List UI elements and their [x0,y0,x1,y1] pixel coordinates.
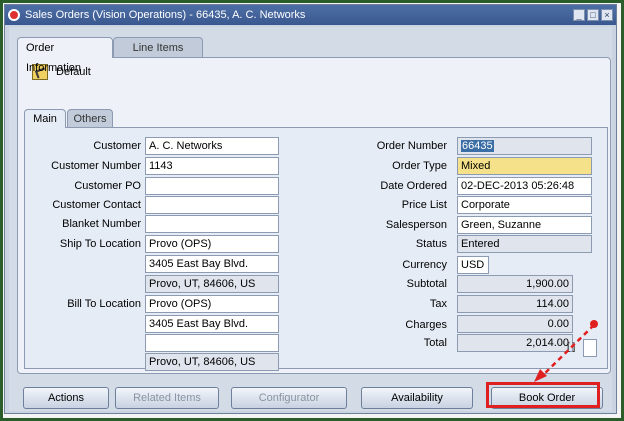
bill-to-line3-field[interactable] [145,334,279,352]
salesperson-field[interactable]: Green, Suzanne [457,216,592,234]
order-type-label: Order Type [392,160,447,172]
currency-label: Currency [402,259,447,271]
oracle-app-icon [8,9,20,21]
bill-to-location-label: Bill To Location [67,298,141,310]
order-number-value: 66435 [461,140,494,152]
minimize-button[interactable]: _ [573,9,585,21]
customer-po-field[interactable] [145,177,279,195]
order-number-label: Order Number [376,140,447,152]
blanket-number-field[interactable] [145,215,279,233]
order-number-field[interactable]: 66435 [457,137,592,155]
customer-field[interactable]: A. C. Networks [145,137,279,155]
actions-button[interactable]: Actions [23,387,109,409]
maximize-button[interactable]: □ [587,9,599,21]
charges-label: Charges [405,319,447,331]
availability-button[interactable]: Availability [361,387,473,409]
order-type-field[interactable]: Mixed [457,157,592,175]
customer-number-field[interactable]: 1143 [145,157,279,175]
customer-po-label: Customer PO [74,180,141,192]
status-field: Entered [457,235,592,253]
tab-main[interactable]: Main [24,109,66,128]
ship-to-line2-field[interactable]: 3405 East Bay Blvd. [145,255,279,273]
currency-field[interactable]: USD [457,256,489,274]
ship-to-line3-field: Provo, UT, 84606, US [145,275,279,293]
blanket-number-label: Blanket Number [62,218,141,230]
title-bar: Sales Orders (Vision Operations) - 66435… [5,5,616,25]
tab-line-items[interactable]: Line Items [113,37,203,57]
tax-label: Tax [429,298,447,310]
bill-to-line2-field[interactable]: 3405 East Bay Blvd. [145,315,279,333]
bill-to-line1-field[interactable]: Provo (OPS) [145,295,279,313]
total-label: Total [423,337,447,349]
customer-contact-field[interactable] [145,196,279,214]
price-list-field[interactable]: Corporate [457,196,592,214]
salesperson-label: Salesperson [385,219,447,231]
ship-to-location-label: Ship To Location [59,238,141,250]
close-button[interactable]: × [601,9,613,21]
customer-number-label: Customer Number [51,160,141,172]
subtotal-label: Subtotal [406,278,447,290]
tab-order-information[interactable]: Order Information [17,37,113,74]
tax-field: 114.00 [457,295,573,313]
bill-to-line4-field: Provo, UT, 84606, US [145,353,279,371]
ship-to-line1-field[interactable]: Provo (OPS) [145,235,279,253]
related-items-button[interactable]: Related Items [115,387,219,409]
customer-label: Customer [93,140,141,152]
status-label: Status [415,238,447,250]
annotation-arrow [534,324,595,382]
price-list-label: Price List [401,199,447,211]
configurator-button[interactable]: Configurator [231,387,347,409]
subtotal-field: 1,900.00 [457,275,573,293]
customer-contact-label: Customer Contact [52,199,141,211]
date-ordered-field[interactable]: 02-DEC-2013 05:26:48 [457,177,592,195]
window-title: Sales Orders (Vision Operations) - 66435… [25,9,306,21]
tab-others[interactable]: Others [67,109,113,127]
date-ordered-label: Date Ordered [380,180,447,192]
